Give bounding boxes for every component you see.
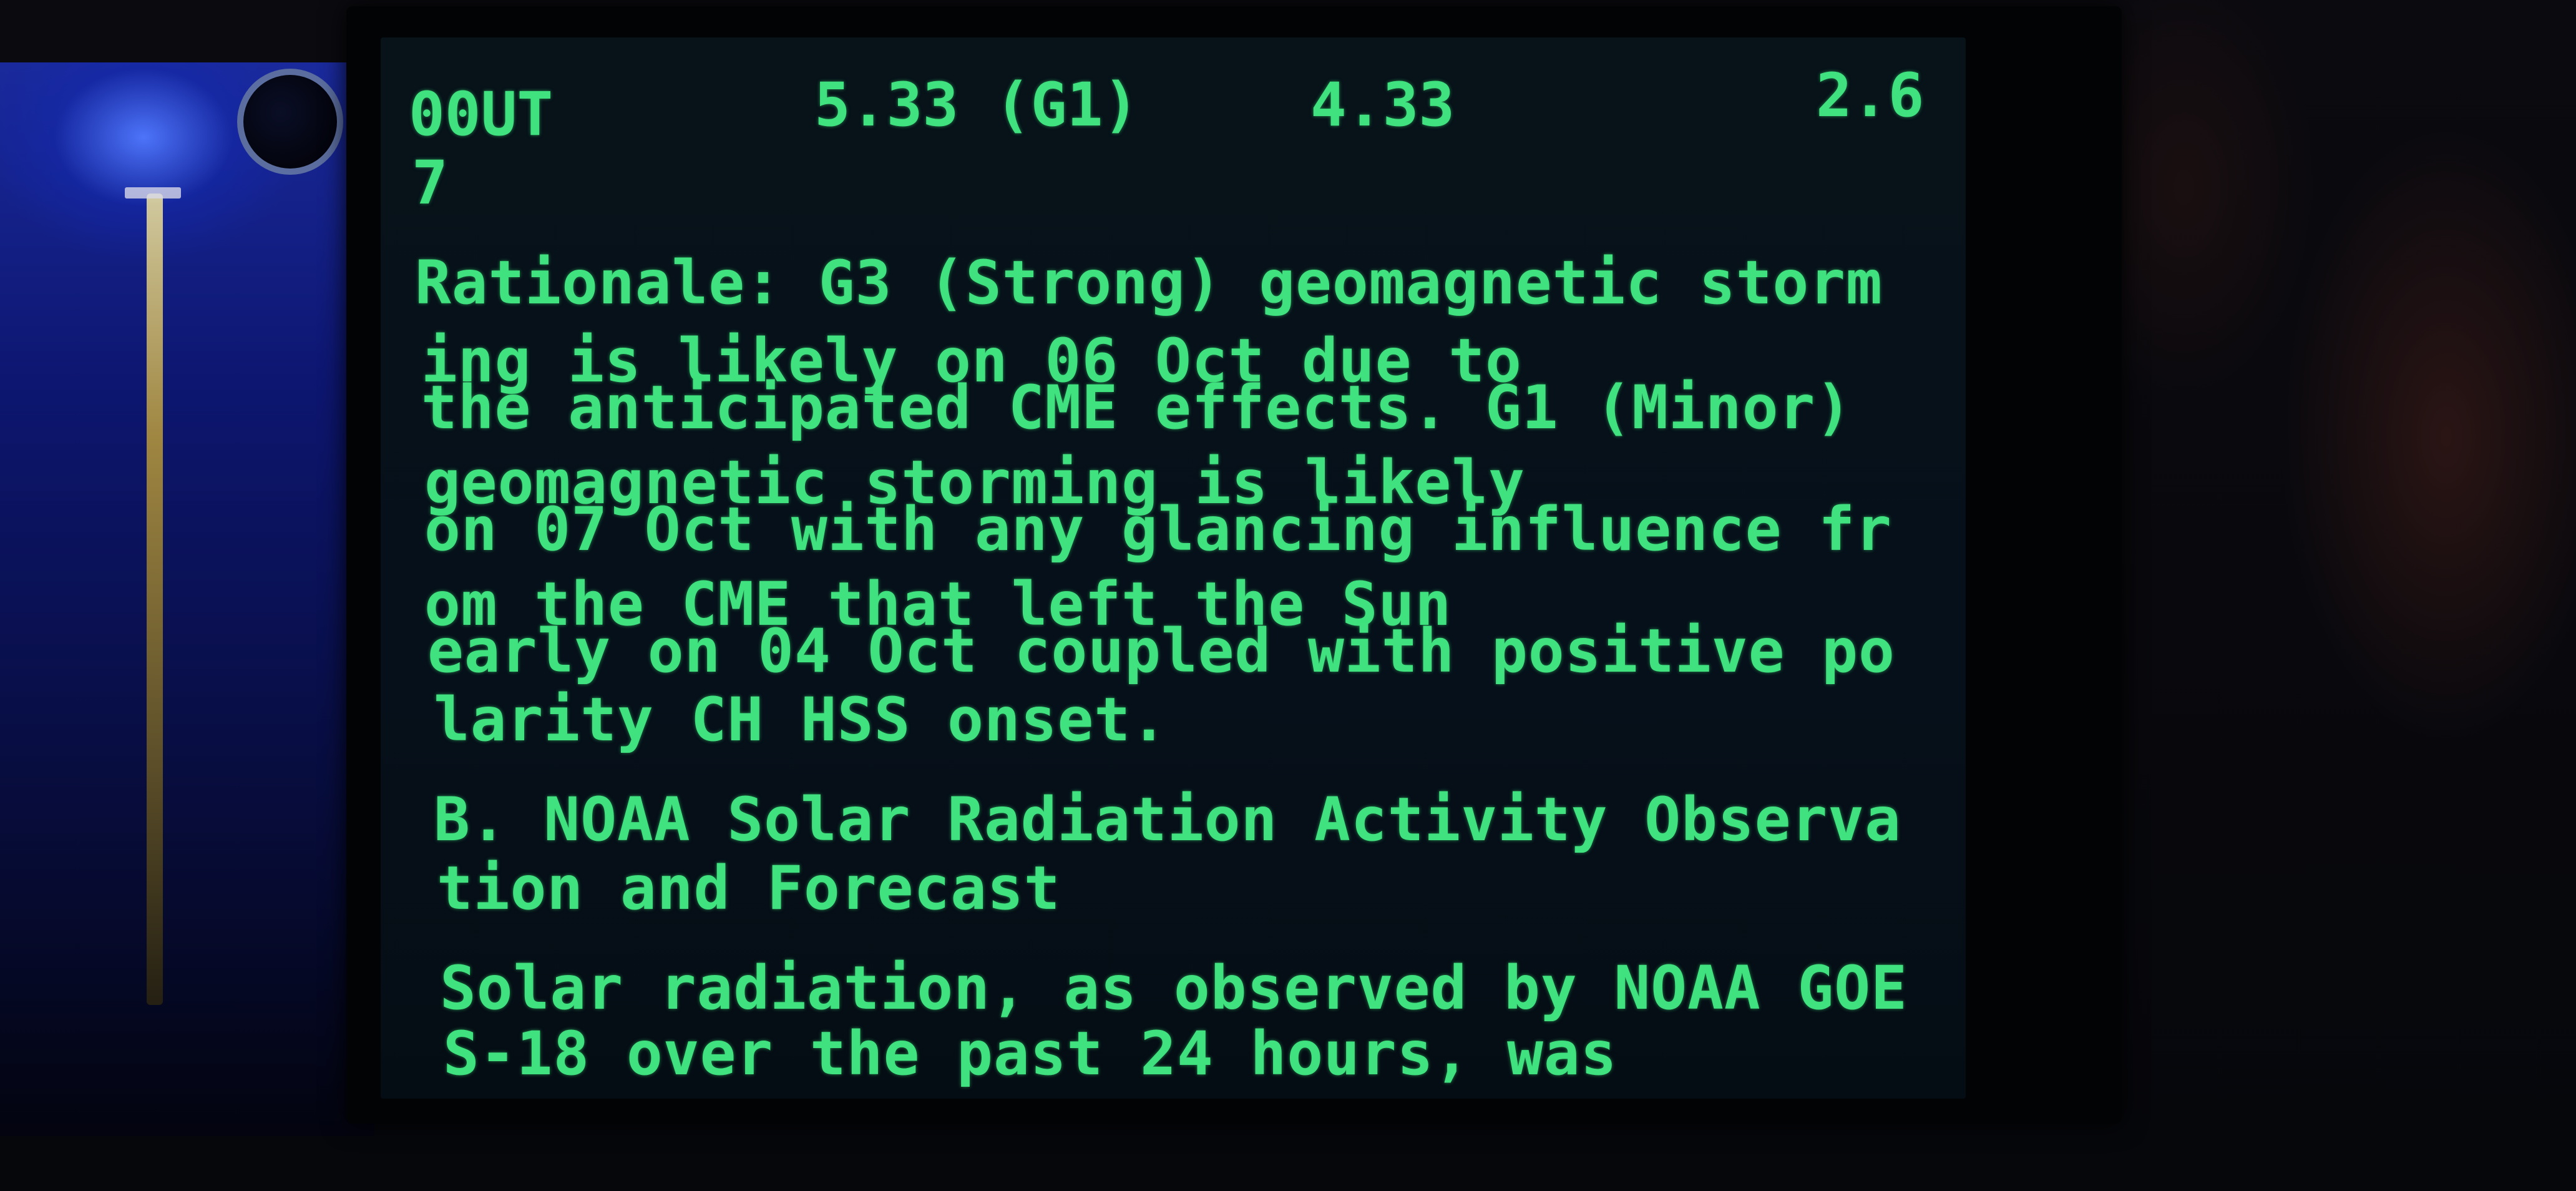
forecast-time-label: 00UT: [409, 79, 554, 149]
forecast-value-day1: 5.33 (G1): [814, 70, 1139, 140]
circuit-board-pin: [125, 187, 181, 198]
text-line-5: on 07 Oct with any glancing influence fr: [424, 494, 1892, 564]
text-line-12: S-18 over the past 24 hours, was: [443, 1019, 1617, 1089]
section-heading-line-2: tion and Forecast: [437, 853, 1061, 923]
forecast-value-day3: 2.6: [1816, 61, 1925, 130]
lcd-display-screen: [381, 37, 1966, 1099]
forecast-value-day3-wrap: 7: [412, 148, 448, 218]
circuit-board-trace: [147, 194, 163, 1005]
forecast-value-day2: 4.33: [1310, 70, 1455, 140]
circuit-board: [0, 62, 374, 1136]
text-line-11: Solar radiation, as observed by NOAA GOE: [440, 953, 1908, 1023]
text-line-7: early on 04 Oct coupled with positive po: [427, 616, 1895, 686]
text-line-1: Rationale: G3 (Strong) geomagnetic storm: [415, 248, 1883, 318]
section-heading-line-1: B. NOAA Solar Radiation Activity Observa: [434, 785, 1901, 855]
circuit-board-mounting-hole: [237, 69, 343, 175]
text-line-3: the anticipated CME effects. G1 (Minor): [421, 373, 1853, 443]
text-line-8: larity CH HSS onset.: [434, 685, 1168, 755]
